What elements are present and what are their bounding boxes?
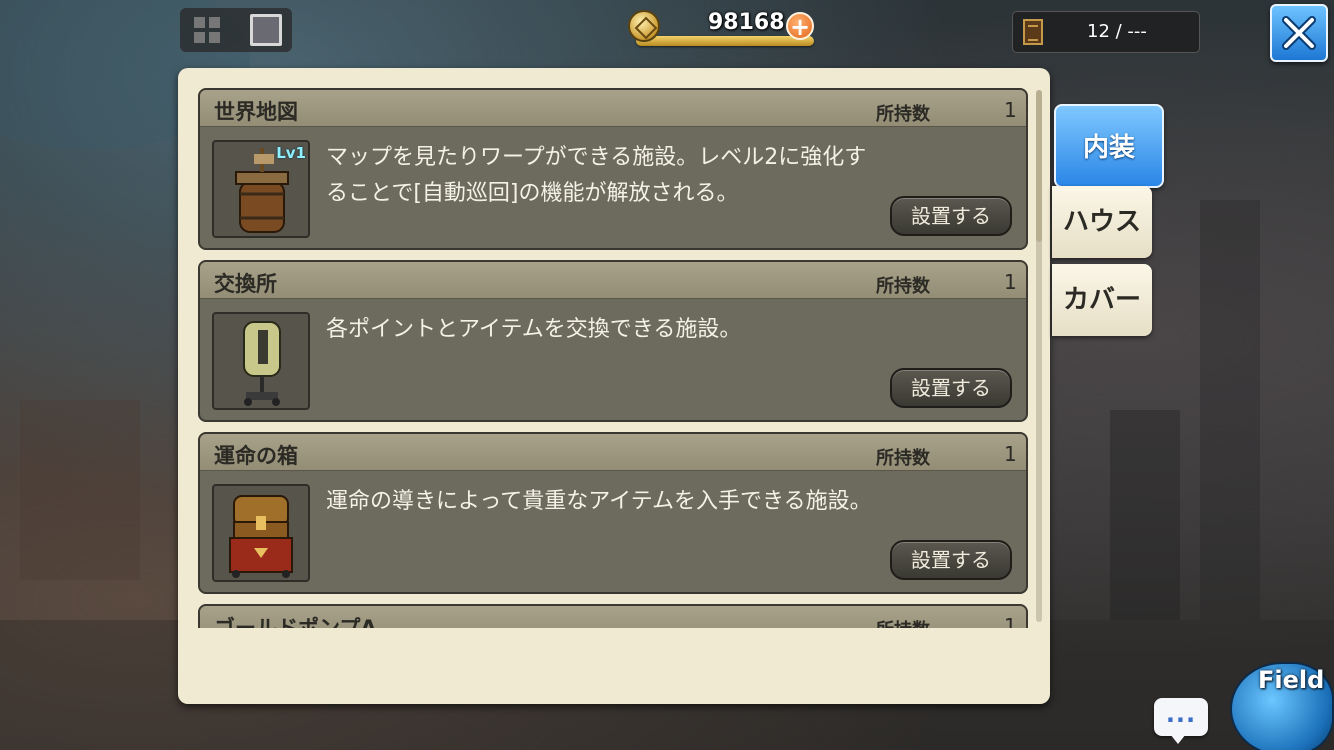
item-header: 世界地図 所持数 1 <box>200 90 1026 127</box>
list-item: 交換所 所持数 1 各ポイントとアイテムを交換できる施設。 設置する <box>198 260 1028 422</box>
list-item: 世界地図 所持数 1 Lv1 マップを見たりワープができる施設。レベル2に強化す… <box>198 88 1028 250</box>
close-icon <box>1282 16 1316 50</box>
close-button[interactable] <box>1270 4 1328 62</box>
item-name: 運命の箱 <box>214 444 298 468</box>
list-item: 運命の箱 所持数 1 運命の導きによって貴重なアイテムを入手できる施設。 設置す… <box>198 432 1028 594</box>
owned-label: 所持数 <box>876 104 930 125</box>
install-button[interactable]: 設置する <box>890 368 1012 408</box>
gold-counter: 98168 + <box>628 10 818 50</box>
owned-count: 1 <box>1004 614 1017 628</box>
gold-bar <box>636 36 814 46</box>
field-label: Field <box>1258 666 1325 694</box>
item-name: ゴールドポンプA <box>214 616 377 628</box>
treasure-chest-icon <box>229 495 293 578</box>
owned-count: 1 <box>1004 98 1017 122</box>
item-name: 世界地図 <box>214 100 298 124</box>
capacity-icon <box>1023 19 1043 45</box>
install-button[interactable]: 設置する <box>890 540 1012 580</box>
capacity-display: 12 / --- <box>1012 11 1200 53</box>
item-thumbnail: Lv1 <box>212 140 310 238</box>
tab-cover[interactable]: カバー <box>1052 264 1152 336</box>
coin-icon <box>628 10 660 42</box>
item-header: 運命の箱 所持数 1 <box>200 434 1026 471</box>
owned-label: 所持数 <box>876 448 930 469</box>
scroll-thumb[interactable] <box>1036 90 1042 242</box>
view-toggle <box>180 8 292 52</box>
owned-count: 1 <box>1004 270 1017 294</box>
item-thumbnail <box>212 484 310 582</box>
single-view-icon[interactable] <box>250 14 282 46</box>
scrollbar[interactable] <box>1036 90 1042 622</box>
item-description: 各ポイントとアイテムを交換できる施設。 <box>326 317 742 342</box>
owned-count: 1 <box>1004 442 1017 466</box>
tab-interior[interactable]: 内装 <box>1054 104 1164 188</box>
tab-house[interactable]: ハウス <box>1052 186 1152 258</box>
item-description: 運命の導きによって貴重なアイテムを入手できる施設。 <box>326 489 872 514</box>
item-name: 交換所 <box>214 272 277 296</box>
item-list[interactable]: 世界地図 所持数 1 Lv1 マップを見たりワープができる施設。レベル2に強化す… <box>198 88 1030 628</box>
level-badge: Lv1 <box>276 144 306 162</box>
add-gold-button[interactable]: + <box>786 12 814 40</box>
exchange-machine-icon <box>243 321 281 406</box>
owned-label: 所持数 <box>876 616 930 628</box>
interior-panel: 世界地図 所持数 1 Lv1 マップを見たりワープができる施設。レベル2に強化す… <box>178 68 1050 704</box>
item-header: ゴールドポンプA 所持数 1 <box>200 606 1026 628</box>
owned-label: 所持数 <box>876 276 930 297</box>
gold-amount: 98168 <box>708 10 785 35</box>
grid-view-icon[interactable] <box>194 17 220 43</box>
item-description: マップを見たりワープができる施設。レベル2に強化することで[自動巡回]の機能が解… <box>326 145 867 206</box>
chat-icon: ... <box>1165 700 1197 728</box>
item-header: 交換所 所持数 1 <box>200 262 1026 299</box>
chat-button[interactable]: ... <box>1154 698 1208 744</box>
install-button[interactable]: 設置する <box>890 196 1012 236</box>
field-button[interactable]: Field <box>1222 654 1334 750</box>
list-item: ゴールドポンプA 所持数 1 <box>198 604 1028 628</box>
capacity-text: 12 / --- <box>1087 21 1147 42</box>
item-thumbnail <box>212 312 310 410</box>
